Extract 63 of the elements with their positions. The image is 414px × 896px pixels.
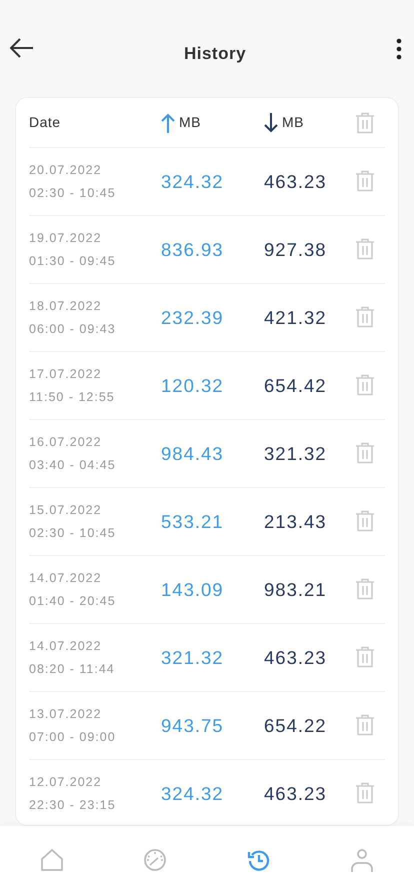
download-value: 463.23 [264,170,327,192]
delete-button[interactable] [355,510,375,532]
history-icon[interactable] [246,848,271,872]
upload-value: 120.32 [161,374,224,396]
time-range-text: 03:40 - 04:45 [29,456,117,474]
page-title: History [184,44,246,64]
arrow-up-icon [161,112,175,132]
date-text: 16.07.2022 [29,434,103,450]
download-value: 421.32 [264,306,327,328]
delete-button[interactable] [355,646,375,668]
home-icon[interactable] [40,848,64,872]
column-header: MB [282,113,304,132]
date-text: 14.07.2022 [29,638,103,654]
more-button[interactable] [396,38,402,60]
download-value: 654.22 [264,714,327,736]
time-range-text: 08:20 - 11:44 [29,660,116,678]
time-range-text: 01:40 - 20:45 [29,592,117,610]
delete-button[interactable] [355,238,375,260]
date-text: 17.07.2022 [29,366,103,382]
upload-value: 143.09 [161,578,224,600]
back-button[interactable] [10,38,34,58]
upload-value: 324.32 [161,782,224,804]
upload-value: 943.75 [161,714,224,736]
date-text: 20.07.2022 [29,162,103,178]
delete-button[interactable] [355,306,375,328]
upload-value: 984.43 [161,442,224,464]
date-text: 18.07.2022 [29,298,103,314]
download-value: 463.23 [264,646,327,668]
date-text: 19.07.2022 [29,230,103,246]
date-text: 15.07.2022 [29,502,103,518]
date-text: 14.07.2022 [29,570,103,586]
speedometer-icon[interactable] [143,848,168,872]
upload-value: 321.32 [161,646,224,668]
delete-all-button[interactable] [355,112,375,134]
person-icon[interactable] [350,848,374,872]
date-text: 13.07.2022 [29,706,103,722]
delete-button[interactable] [355,578,375,600]
delete-button[interactable] [355,782,375,804]
time-range-text: 06:00 - 09:43 [29,320,117,338]
column-header: MB [179,113,201,132]
time-range-text: 07:00 - 09:00 [29,728,117,746]
time-range-text: 22:30 - 23:15 [29,796,117,814]
time-range-text: 11:50 - 12:55 [29,388,116,406]
time-range-text: 01:30 - 09:45 [29,252,117,270]
delete-button[interactable] [355,374,375,396]
upload-value: 232.39 [161,306,224,328]
time-range-text: 02:30 - 10:45 [29,524,117,542]
download-value: 654.42 [264,374,327,396]
delete-button[interactable] [355,714,375,736]
upload-value: 836.93 [161,238,224,260]
download-value: 321.32 [264,442,327,464]
download-value: 213.43 [264,510,327,532]
arrow-down-icon [264,112,278,132]
upload-value: 533.21 [161,510,224,532]
delete-button[interactable] [355,442,375,464]
download-value: 927.38 [264,238,327,260]
date-text: 12.07.2022 [29,774,103,790]
download-value: 463.23 [264,782,327,804]
download-value: 983.21 [264,578,327,600]
column-header: Date [29,113,61,132]
time-range-text: 02:30 - 10:45 [29,184,117,202]
upload-value: 324.32 [161,170,224,192]
delete-button[interactable] [355,170,375,192]
